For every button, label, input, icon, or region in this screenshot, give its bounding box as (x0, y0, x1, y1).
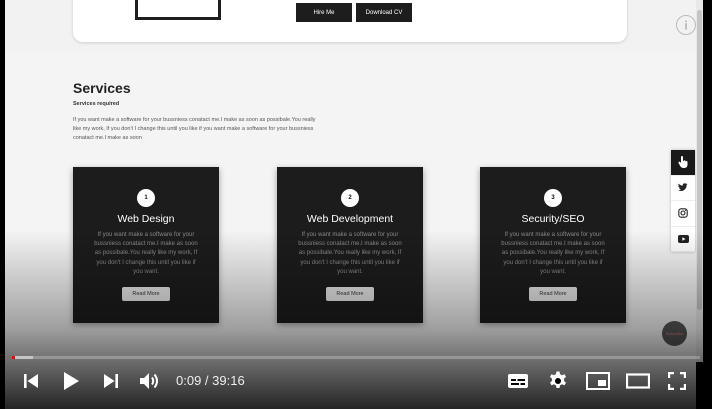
time-separator: / (201, 373, 213, 388)
social-sidebar (671, 150, 695, 252)
twitter-icon[interactable] (671, 176, 695, 201)
settings-icon[interactable] (545, 367, 571, 395)
player-controls: 0:09 / 39:16 (0, 362, 712, 402)
progress-bar[interactable] (12, 356, 700, 359)
services-description: If you want make a software for your bus… (73, 117, 316, 141)
hero-card: Hire Me Download CV (73, 0, 627, 42)
download-cv-button[interactable]: Download CV (356, 3, 412, 22)
card-number: 3 (544, 189, 562, 207)
youtube-icon[interactable] (671, 227, 695, 252)
time-display: 0:09 / 39:16 (176, 373, 245, 388)
page-scrollbar[interactable] (696, 0, 703, 362)
service-card-web-development: 2 Web Development If you want make a sof… (277, 167, 423, 323)
next-icon[interactable] (98, 367, 124, 395)
card-title: Web Development (306, 213, 394, 225)
volume-icon[interactable] (137, 367, 163, 395)
read-more-button[interactable]: Read More (529, 287, 577, 301)
progress-loaded (12, 356, 33, 359)
card-number: 1 (137, 189, 155, 207)
services-subtitle: Services required (73, 101, 120, 107)
card-text: If you want make a software for your bus… (94, 232, 198, 275)
fullscreen-icon[interactable] (664, 367, 690, 395)
progress-played (12, 356, 15, 359)
current-time: 0:09 (176, 373, 202, 388)
video-frame[interactable]: Hire Me Download CV Services Services re… (5, 0, 696, 409)
card-text: If you want make a software for your bus… (298, 232, 402, 275)
previous-icon[interactable] (18, 367, 44, 395)
read-more-button[interactable]: Read More (122, 287, 170, 301)
instagram-icon[interactable] (671, 201, 695, 227)
card-text: If you want make a software for your bus… (501, 232, 605, 275)
card-title: Web Design (117, 213, 175, 225)
subtitles-icon[interactable] (505, 367, 531, 395)
hand-pointer-icon[interactable] (671, 150, 695, 176)
duration: 39:16 (212, 373, 245, 388)
hire-me-button[interactable]: Hire Me (296, 3, 352, 22)
services-title: Services (73, 80, 131, 96)
miniplayer-icon[interactable] (585, 367, 611, 395)
info-icon[interactable] (676, 15, 696, 35)
card-title: Security/SEO (521, 213, 585, 225)
read-more-button[interactable]: Read More (326, 287, 374, 301)
hero-image-frame (135, 0, 221, 20)
theater-mode-icon[interactable] (624, 367, 652, 395)
subscribe-badge[interactable]: Subscribe (662, 321, 687, 346)
service-card-security-seo: 3 Security/SEO If you want make a softwa… (480, 167, 626, 323)
video-player[interactable]: Hire Me Download CV Services Services re… (0, 0, 712, 409)
scrollbar-thumb[interactable] (697, 10, 702, 310)
play-icon[interactable] (58, 367, 84, 395)
service-card-web-design: 1 Web Design If you want make a software… (73, 167, 219, 323)
card-number: 2 (341, 189, 359, 207)
